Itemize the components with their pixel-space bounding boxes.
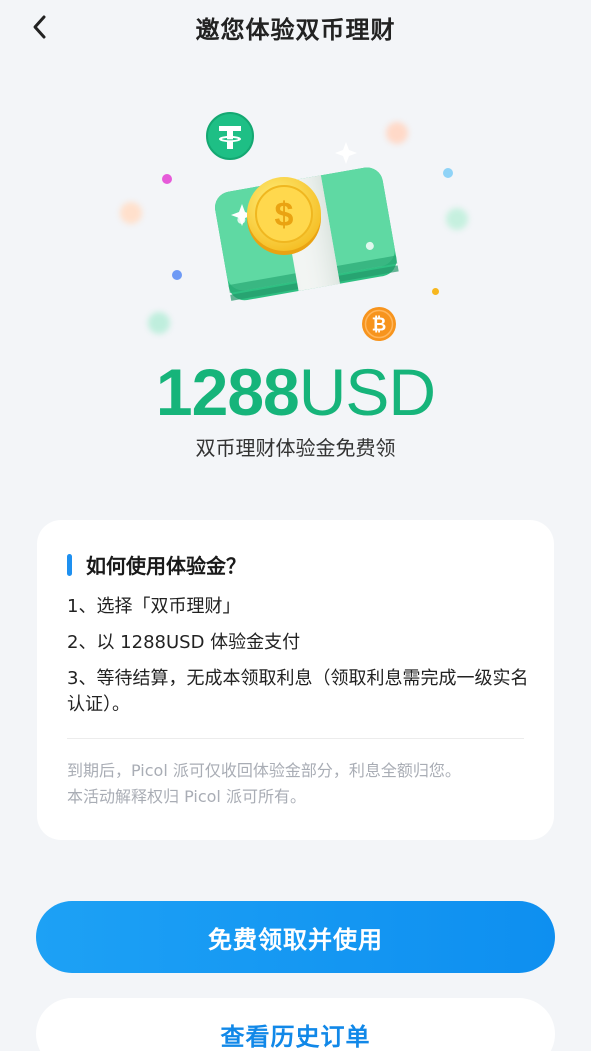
page-title: 邀您体验双币理财 bbox=[195, 16, 396, 44]
terms-note-line: 到期后，Picol 派可仅收回体验金部分，利息全额归您。 bbox=[67, 761, 461, 780]
card-heading-text: 如何使用体验金？ bbox=[86, 554, 246, 578]
amount-unit: USD bbox=[298, 355, 436, 429]
header: 邀您体验双币理财 bbox=[0, 0, 591, 52]
card-heading: 如何使用体验金？ bbox=[67, 550, 246, 579]
decor-dot bbox=[162, 174, 172, 184]
step-item: 3、等待结算，无成本领取利息（领取利息需完成一级实名认证）。 bbox=[67, 668, 529, 715]
dollar-coin-icon: $ bbox=[247, 177, 321, 255]
page: 邀您体验双币理财 ₿ $ 1288USD 双币理财体验金免费领 如何使用体验金？… bbox=[0, 0, 591, 1051]
bonus-amount: 1288USD bbox=[0, 354, 591, 430]
amount-number: 1288 bbox=[155, 355, 300, 429]
decor-dot bbox=[148, 312, 170, 334]
card-divider bbox=[67, 738, 524, 739]
decor-dot bbox=[120, 202, 142, 224]
decor-dot bbox=[172, 270, 182, 280]
svg-text:$: $ bbox=[275, 196, 294, 234]
decor-dot bbox=[443, 168, 453, 178]
view-order-history-button[interactable]: 查看历史订单 bbox=[36, 998, 555, 1051]
steps-list: 1、选择「双币理财」 2、以 1288USD 体验金支付 3、等待结算，无成本领… bbox=[67, 594, 529, 728]
instructions-card: 如何使用体验金？ 1、选择「双币理财」 2、以 1288USD 体验金支付 3、… bbox=[37, 520, 554, 840]
claim-and-use-button[interactable]: 免费领取并使用 bbox=[36, 901, 555, 973]
terms-note-line: 本活动解释权归 Picol 派可所有。 bbox=[67, 787, 306, 806]
decor-dot bbox=[432, 288, 439, 295]
terms-note: 到期后，Picol 派可仅收回体验金部分，利息全额归您。 本活动解释权归 Pic… bbox=[67, 758, 529, 810]
decor-dot bbox=[446, 208, 468, 230]
hero-illustration: ₿ $ bbox=[0, 100, 591, 360]
hero-subtitle: 双币理财体验金免费领 bbox=[195, 436, 396, 460]
heading-accent-bar bbox=[67, 553, 72, 576]
step-item: 1、选择「双币理财」 bbox=[67, 596, 241, 617]
step-item: 2、以 1288USD 体验金支付 bbox=[67, 632, 301, 653]
